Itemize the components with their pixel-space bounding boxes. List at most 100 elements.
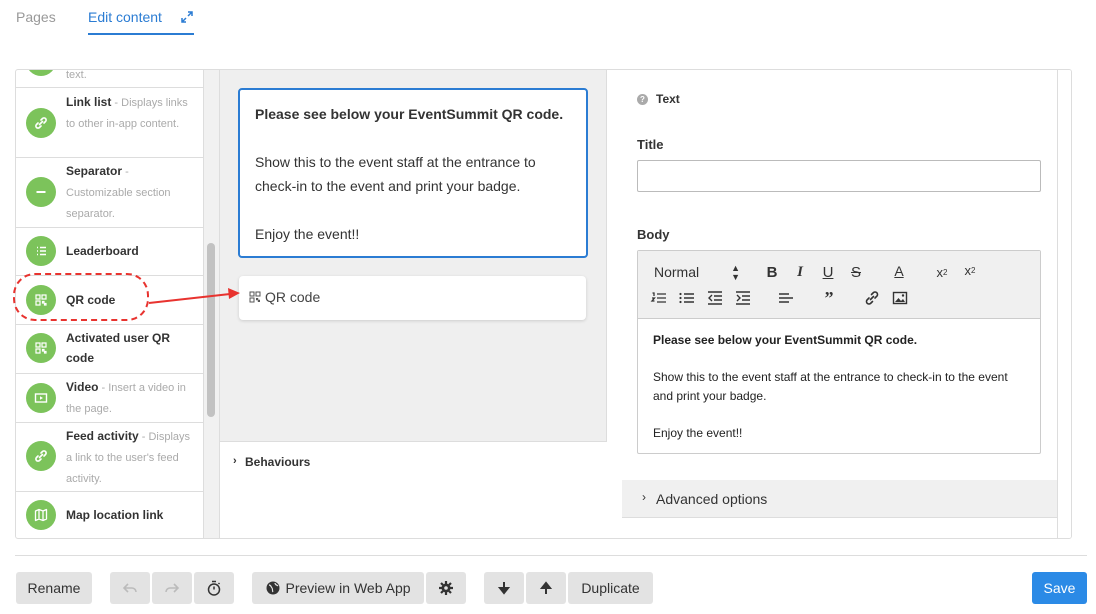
redo-button[interactable] <box>152 572 192 604</box>
move-up-button[interactable] <box>526 572 566 604</box>
bullet-list-icon[interactable] <box>678 289 696 307</box>
ordered-list-icon[interactable] <box>650 289 668 307</box>
sidebar-item-desc: Customizable section separator. <box>66 187 171 220</box>
preview-line-3: Enjoy the event!! <box>255 226 360 242</box>
gear-icon <box>439 581 453 595</box>
preview-label: Preview in Web App <box>285 580 411 596</box>
sidebar-item-desc: text. <box>66 70 87 81</box>
format-select-value: Normal <box>654 264 700 280</box>
properties-scrollbar[interactable] <box>1057 70 1071 538</box>
save-label: Save <box>1043 580 1076 596</box>
text-color-icon[interactable]: A <box>890 262 908 280</box>
advanced-options-toggle[interactable]: › Advanced options <box>622 480 1058 518</box>
sidebar-item-title: Video <box>66 380 99 394</box>
editor-content[interactable]: Please see below your EventSummit QR cod… <box>653 331 1028 442</box>
title-input[interactable] <box>637 160 1041 192</box>
chevron-right-icon: › <box>233 455 237 467</box>
page-preview: Please see below your EventSummit QR cod… <box>220 70 607 538</box>
list-icon <box>26 236 56 266</box>
move-down-button[interactable] <box>484 572 524 604</box>
preview-line-2: Show this to the event staff at the entr… <box>255 154 536 194</box>
sidebar-item-activated-user-qr-code[interactable]: Activated user QR code <box>16 325 203 374</box>
sidebar-item-sep: - <box>98 382 109 394</box>
link-icon <box>26 108 56 138</box>
preview-line-1: Please see below your EventSummit QR cod… <box>255 106 564 122</box>
arrow-down-icon <box>497 582 511 595</box>
image-icon[interactable] <box>891 289 909 307</box>
sidebar-item-map-location-link[interactable]: Map location link <box>16 492 203 538</box>
sidebar-item-video[interactable]: Video - Insert a video in the page. <box>16 374 203 423</box>
duplicate-label: Duplicate <box>581 580 640 596</box>
video-icon <box>26 383 56 413</box>
chevron-right-icon: › <box>642 490 646 504</box>
tab-edit-content[interactable]: Edit content <box>88 9 162 25</box>
editor-frame: text. Link list - Displays links to othe… <box>15 69 1072 539</box>
arrow-up-icon <box>539 581 553 594</box>
sidebar-item-separator[interactable]: Separator - Customizable section separat… <box>16 158 203 228</box>
properties-panel: ? Text Title Body Normal ▲ ▼ B I U S A x2 … <box>622 70 1058 538</box>
help-icon[interactable]: ? <box>637 94 648 106</box>
align-left-icon[interactable] <box>777 289 795 307</box>
preview-web-app-button[interactable]: Preview in Web App <box>252 572 424 604</box>
behaviours-section[interactable]: › Behaviours <box>220 441 607 538</box>
indent-icon[interactable] <box>734 289 752 307</box>
undo-icon <box>122 583 137 593</box>
globe-icon <box>266 581 280 595</box>
sidebar-item-title: Activated user QR code <box>66 331 171 365</box>
subscript-icon[interactable]: x2 <box>933 263 951 281</box>
rename-button[interactable]: Rename <box>16 572 92 604</box>
expand-icon[interactable] <box>180 10 194 24</box>
select-arrows-icon: ▲ ▼ <box>731 263 740 282</box>
link-icon[interactable] <box>863 289 881 307</box>
strikethrough-icon[interactable]: S <box>847 263 865 281</box>
editor-toolbar: Normal ▲ ▼ B I U S A x2 x2 ” <box>638 251 1040 319</box>
editor-line-3: Enjoy the event!! <box>653 425 743 440</box>
sidebar-item-title: Map location link <box>66 508 164 522</box>
text-block-preview[interactable]: Please see below your EventSummit QR cod… <box>238 88 588 258</box>
rename-label: Rename <box>27 580 81 596</box>
underline-icon[interactable]: U <box>819 263 837 281</box>
format-select[interactable]: Normal ▲ ▼ <box>654 264 740 282</box>
tab-pages[interactable]: Pages <box>16 9 56 25</box>
sidebar-item-title: Separator <box>66 164 123 178</box>
superscript-icon[interactable]: x2 <box>961 261 979 279</box>
advanced-options-label: Advanced options <box>656 491 768 507</box>
map-icon <box>26 500 56 530</box>
sidebar-item-title: Feed activity <box>66 429 139 443</box>
history-button[interactable] <box>194 572 234 604</box>
bold-icon[interactable]: B <box>763 263 781 281</box>
sidebar-item-title: Leaderboard <box>66 244 139 258</box>
save-button[interactable]: Save <box>1032 572 1087 604</box>
qr-icon <box>249 291 261 303</box>
body-label: Body <box>637 227 670 242</box>
undo-button[interactable] <box>110 572 150 604</box>
sidebar-item-title: Link list <box>66 95 112 109</box>
highlight-annotation <box>13 273 149 321</box>
qr-code-label: QR code <box>265 289 321 305</box>
sidebar-item-sep: - <box>111 97 122 109</box>
sidebar-scroll-thumb[interactable] <box>207 243 215 417</box>
paragraph-icon <box>26 70 56 76</box>
italic-icon[interactable]: I <box>791 263 809 281</box>
settings-button[interactable] <box>426 572 466 604</box>
qr-icon <box>26 333 56 363</box>
sidebar-item-paragraph[interactable]: text. <box>16 70 203 88</box>
sidebar-item-sep: - <box>122 166 129 178</box>
active-tab-underline <box>88 33 194 35</box>
text-section-label: Text <box>656 92 680 106</box>
sidebar-item-link-list[interactable]: Link list - Displays links to other in-a… <box>16 88 203 158</box>
behaviours-label: Behaviours <box>245 455 311 469</box>
editor-line-1: Please see below your EventSummit QR cod… <box>653 333 918 347</box>
minus-icon <box>26 177 56 207</box>
qr-code-block-preview[interactable]: QR code <box>239 276 586 320</box>
duplicate-button[interactable]: Duplicate <box>568 572 653 604</box>
blockquote-icon[interactable]: ” <box>820 288 838 308</box>
sidebar-item-feed-activity[interactable]: Feed activity - Displays a link to the u… <box>16 423 203 492</box>
link-icon <box>26 441 56 471</box>
body-rich-text-editor[interactable]: Normal ▲ ▼ B I U S A x2 x2 ” Please see … <box>637 250 1041 454</box>
editor-line-2: Show this to the event staff at the entr… <box>653 370 1008 403</box>
title-label: Title <box>637 137 664 152</box>
outdent-icon[interactable] <box>706 289 724 307</box>
redo-icon <box>165 583 180 593</box>
sidebar-item-leaderboard[interactable]: Leaderboard <box>16 228 203 276</box>
